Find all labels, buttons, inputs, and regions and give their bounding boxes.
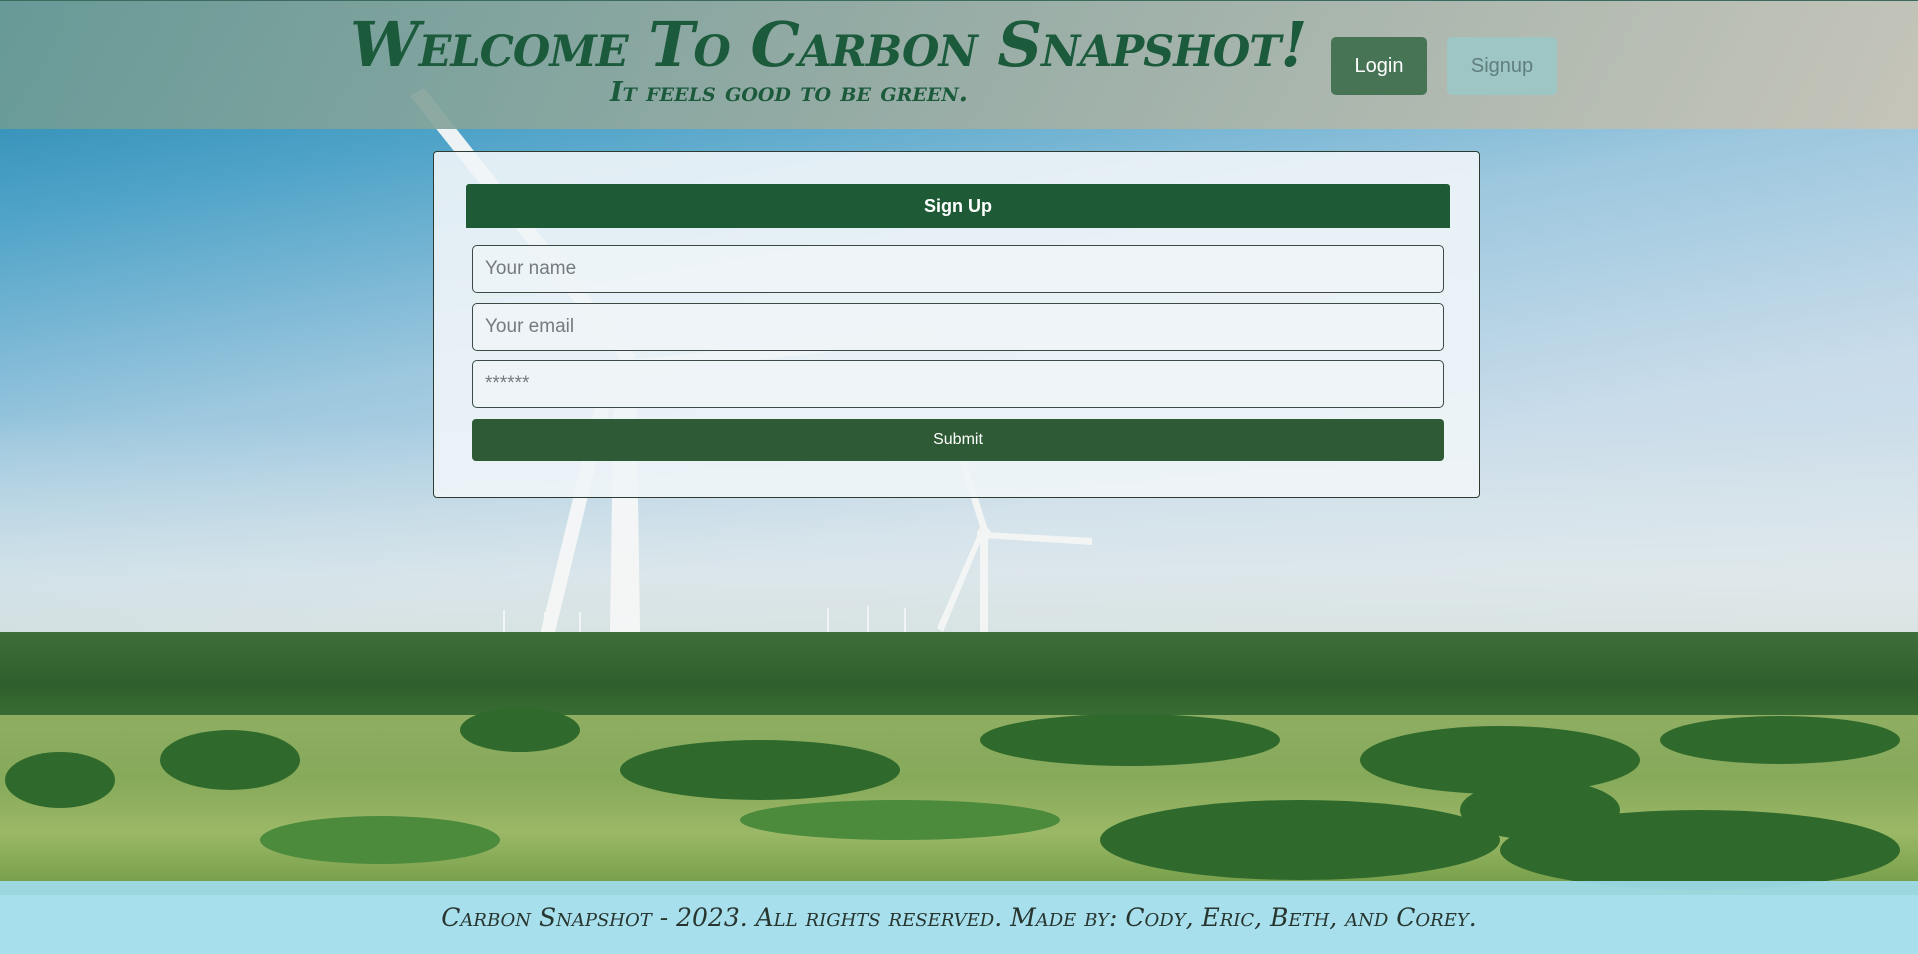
signup-button[interactable]: Signup <box>1447 37 1557 95</box>
site-title: Welcome To Carbon Snapshot! <box>350 8 1308 81</box>
tree-line <box>5 708 1900 890</box>
login-button[interactable]: Login <box>1331 37 1427 95</box>
signup-heading: Sign Up <box>466 184 1450 228</box>
signup-card: Sign Up Submit <box>433 151 1480 498</box>
site-footer: Carbon Snapshot - 2023. All rights reser… <box>0 881 1918 954</box>
submit-button[interactable]: Submit <box>472 419 1444 461</box>
name-input[interactable] <box>472 245 1444 293</box>
footer-text: Carbon Snapshot - 2023. All rights reser… <box>441 903 1477 932</box>
site-header: Welcome To Carbon Snapshot! It feels goo… <box>0 0 1918 129</box>
password-input[interactable] <box>472 360 1444 408</box>
site-tagline: It feels good to be green. <box>610 77 969 108</box>
email-input[interactable] <box>472 303 1444 351</box>
